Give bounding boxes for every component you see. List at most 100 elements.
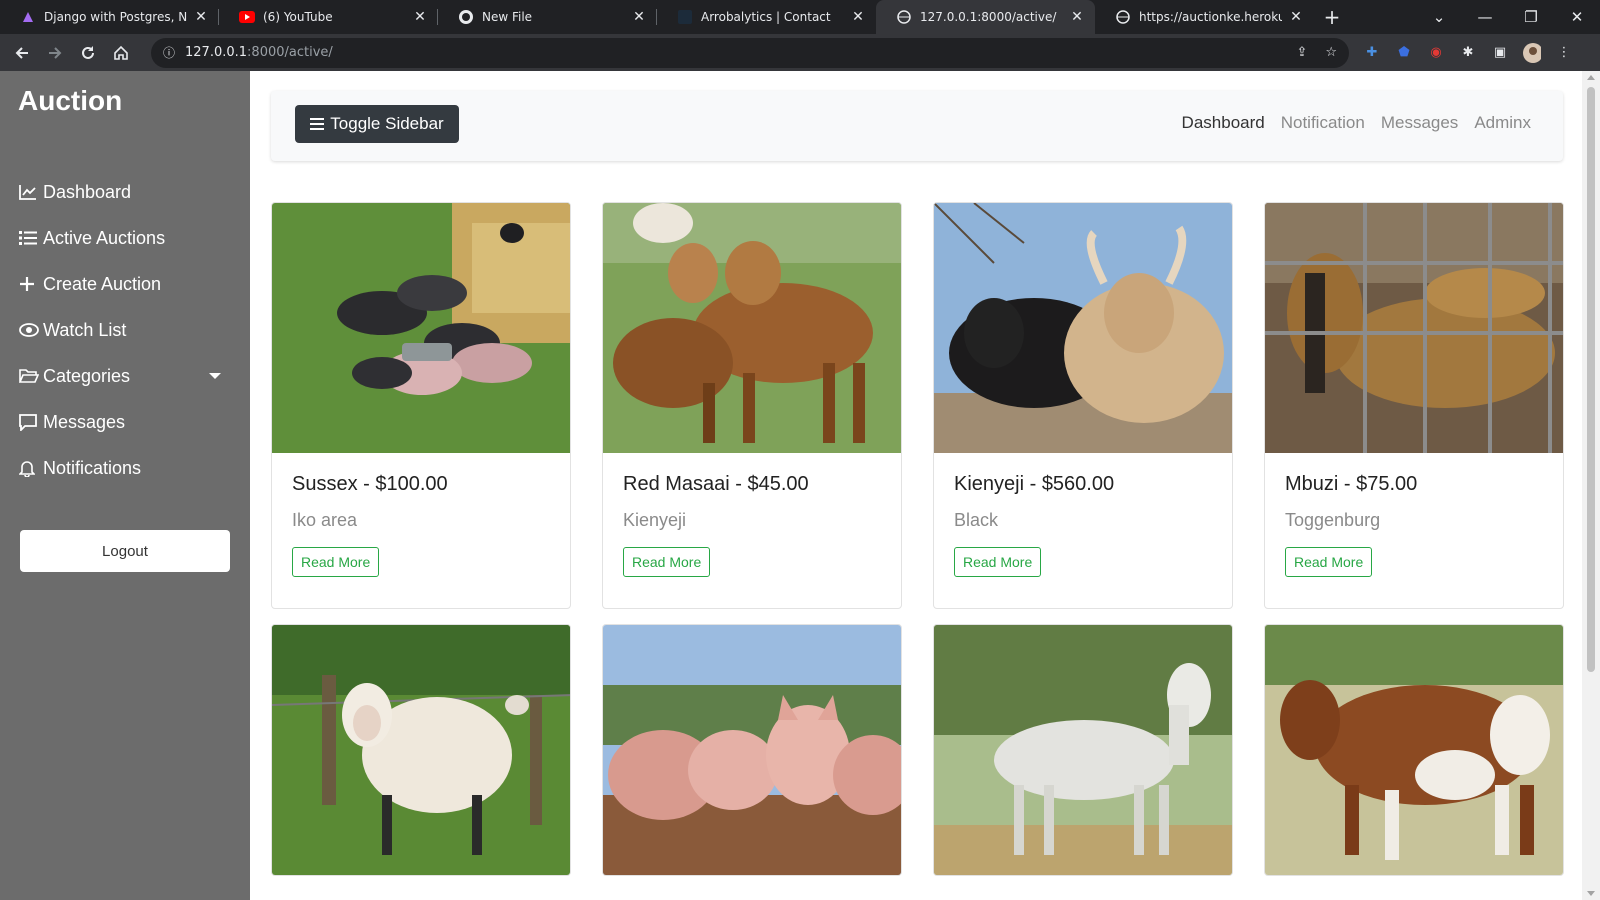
youtube-favicon-icon [239,9,255,25]
card-breed: Iko area [292,510,358,530]
close-tab-icon[interactable]: ✕ [1069,9,1085,25]
sidebar: Auction Dashboard Active Auctions Create… [0,71,250,900]
white-goat-photo[interactable] [934,625,1232,875]
toggle-sidebar-label: Toggle Sidebar [330,114,444,133]
browser-tab[interactable]: (6) YouTube ✕ [219,0,438,34]
sidebar-item-active-auctions[interactable]: Active Auctions [19,215,239,261]
read-more-button[interactable]: Read More [954,547,1042,577]
browser-tab[interactable]: Arrobalytics | Contact ✕ [657,0,876,34]
sidebar-item-label: Notifications [43,457,142,478]
sidebar-nav: Dashboard Active Auctions Create Auction… [19,169,239,491]
browser-tab[interactable]: New File ✕ [438,0,657,34]
brown-cow-photo[interactable] [1265,625,1563,875]
tab-title: (6) YouTube [263,10,333,24]
read-more-button[interactable]: Read More [623,547,711,577]
side-panel-icon[interactable]: ▣ [1491,44,1509,62]
close-tab-icon[interactable]: ✕ [193,9,209,25]
toggle-sidebar-button[interactable]: Toggle Sidebar [295,105,459,143]
minimize-icon[interactable]: — [1462,8,1508,26]
scroll-up-arrow-icon[interactable] [1587,75,1595,80]
github-favicon-icon [458,9,474,25]
pigs-photo[interactable] [272,203,570,453]
back-icon[interactable] [6,37,38,69]
profile-avatar-icon[interactable] [1523,42,1541,63]
tab-search-icon[interactable]: ⌄ [1416,8,1462,26]
tab-title: New File [482,10,533,24]
auction-card: Kienyeji - $560.00 Black Read More [933,202,1233,609]
url-path: :8000/active/ [247,45,333,60]
sidebar-item-categories[interactable]: Categories [19,353,239,399]
read-more-button[interactable]: Read More [1285,547,1373,577]
extension-record-icon[interactable]: ◉ [1427,44,1445,62]
new-tab-button[interactable]: + [1314,0,1350,34]
auction-card [933,624,1233,876]
home-icon[interactable] [105,37,137,69]
auction-card [271,624,571,876]
extension-shield-icon[interactable]: ⬟ [1395,44,1413,62]
tab-title: https://auctionke.herokuapp. [1139,10,1282,24]
nav-link-messages[interactable]: Messages [1381,113,1458,133]
chevron-down-icon[interactable] [209,373,221,379]
browser-tab-active[interactable]: 127.0.0.1:8000/active/ ✕ [876,0,1095,34]
card-breed: Black [954,510,999,530]
auction-card: Sussex - $100.00 Iko area Read More [271,202,571,609]
white-sheep-photo[interactable] [272,625,570,875]
card-title: Sussex - $100.00 [292,473,448,495]
share-icon[interactable]: ⇪ [1296,45,1307,60]
auction-card [1264,624,1564,876]
sidebar-item-dashboard[interactable]: Dashboard [19,169,239,215]
info-icon[interactable]: ⓘ [163,44,175,61]
top-nav-links: Dashboard Notification Messages Adminx [1182,113,1531,133]
browser-tab[interactable]: Django with Postgres, Nginx, ✕ [0,0,219,34]
card-title: Red Masaai - $45.00 [623,473,809,495]
scroll-down-arrow-icon[interactable] [1587,891,1595,896]
brand-title[interactable]: Auction [18,85,122,117]
address-bar[interactable]: ⓘ 127.0.0.1:8000/active/ ⇪ ☆ [151,37,1349,68]
sidebar-item-notifications[interactable]: Notifications [19,445,239,491]
close-tab-icon[interactable]: ✕ [631,9,647,25]
window-close-icon[interactable]: ✕ [1554,8,1600,26]
bookmark-star-icon[interactable]: ☆ [1325,45,1337,60]
bell-icon [19,458,41,478]
eye-icon [19,320,41,340]
nav-link-dashboard[interactable]: Dashboard [1182,113,1265,133]
browser-toolbar: ⓘ 127.0.0.1:8000/active/ ⇪ ☆ ✚ ⬟ ◉ ✱ ▣ ⋮ [0,34,1600,71]
forward-icon[interactable] [39,37,71,69]
extension-pin-icon[interactable]: ✚ [1363,44,1381,62]
logout-button[interactable]: Logout [20,530,230,572]
cattle-photo[interactable] [934,203,1232,453]
close-tab-icon[interactable]: ✕ [1288,9,1304,25]
sheep-photo[interactable] [603,203,901,453]
menu-kebab-icon[interactable]: ⋮ [1555,44,1573,62]
auction-card: Mbuzi - $75.00 Toggenburg Read More [1264,202,1564,609]
tab-title: 127.0.0.1:8000/active/ [920,10,1057,24]
site-favicon-icon [677,9,693,25]
list-icon [19,228,41,248]
nav-link-adminx[interactable]: Adminx [1474,113,1531,133]
main-content: Toggle Sidebar Dashboard Notification Me… [250,71,1582,900]
close-tab-icon[interactable]: ✕ [412,9,428,25]
globe-favicon-icon [896,9,912,25]
sidebar-item-watch-list[interactable]: Watch List [19,307,239,353]
sidebar-item-label: Active Auctions [43,227,166,248]
page-scrollbar[interactable] [1582,71,1600,900]
reload-icon[interactable] [72,37,104,69]
nav-link-notification[interactable]: Notification [1281,113,1365,133]
url-host: 127.0.0.1 [185,45,248,60]
folder-open-icon [19,366,41,386]
goat-photo[interactable] [1265,203,1563,453]
browser-tab[interactable]: https://auctionke.herokuapp. ✕ [1095,0,1314,34]
web-page: Auction Dashboard Active Auctions Create… [0,71,1600,900]
sidebar-item-create-auction[interactable]: Create Auction [19,261,239,307]
card-title: Kienyeji - $560.00 [954,473,1115,495]
read-more-button[interactable]: Read More [292,547,380,577]
extensions-puzzle-icon[interactable]: ✱ [1459,44,1477,62]
card-breed: Kienyeji [623,510,687,530]
pink-pigs-photo[interactable] [603,625,901,875]
card-title: Mbuzi - $75.00 [1285,473,1418,495]
restore-icon[interactable]: ❐ [1508,8,1554,26]
sidebar-item-messages[interactable]: Messages [19,399,239,445]
sidebar-item-label: Create Auction [43,273,162,294]
close-tab-icon[interactable]: ✕ [850,9,866,25]
scrollbar-thumb[interactable] [1587,87,1595,672]
